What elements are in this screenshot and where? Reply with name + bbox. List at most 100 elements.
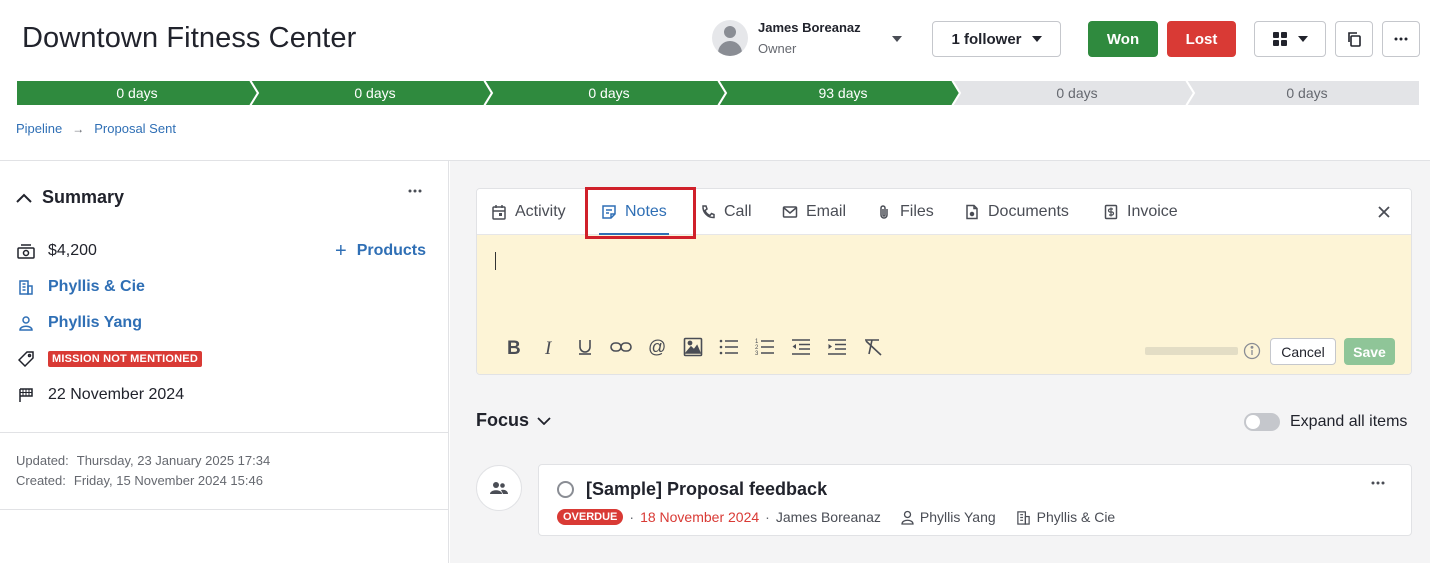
tab-invoice[interactable]: Invoice [1103, 189, 1178, 235]
copy-icon [1346, 31, 1362, 47]
chevron-up-icon [16, 193, 32, 203]
grid-icon [1272, 31, 1288, 47]
owner-selector[interactable]: James Boreanaz Owner [712, 20, 902, 56]
caret-down-icon[interactable] [892, 36, 902, 42]
activity-organization[interactable]: Phyllis & Cie [1016, 509, 1115, 525]
followers-button[interactable]: 1 follower [932, 21, 1061, 57]
tab-documents[interactable]: Documents [964, 189, 1069, 235]
products-label: Products [356, 242, 427, 259]
breadcrumb: Pipeline → Proposal Sent [16, 121, 176, 136]
svg-text:3: 3 [755, 351, 759, 356]
indent-icon [827, 338, 847, 356]
pipeline-stage[interactable]: 0 days [250, 80, 492, 106]
breadcrumb-pipeline-link[interactable]: Pipeline [16, 121, 62, 136]
organization-link[interactable]: Phyllis & Cie [48, 278, 145, 296]
label-tag[interactable]: MISSION NOT MENTIONED [48, 351, 202, 367]
breadcrumb-stage-link[interactable]: Proposal Sent [94, 121, 176, 136]
summary-title: Summary [42, 187, 125, 207]
mark-done-checkbox[interactable] [557, 481, 574, 498]
bold-icon: B [505, 338, 521, 356]
link-button[interactable] [603, 335, 639, 359]
tab-label: Call [724, 203, 752, 220]
tab-call[interactable]: Call [700, 189, 752, 235]
italic-button[interactable]: I [531, 335, 567, 359]
info-icon[interactable] [1243, 342, 1261, 360]
clear-format-icon [863, 338, 883, 356]
duplicate-button[interactable] [1335, 21, 1373, 57]
more-actions-button[interactable] [1382, 21, 1420, 57]
close-composer-button[interactable] [1377, 205, 1391, 219]
activity-owner: James Boreanaz [775, 509, 881, 525]
document-icon [964, 204, 980, 220]
pipeline-stage[interactable]: 0 days [484, 80, 726, 106]
focus-toggle[interactable]: Focus [476, 410, 551, 431]
save-button[interactable]: Save [1344, 338, 1395, 365]
stage-days-label: 0 days [588, 85, 630, 101]
formatting-toolbar: B I @ 123 [495, 335, 891, 359]
cancel-button[interactable]: Cancel [1270, 338, 1336, 365]
svg-text:@: @ [648, 337, 666, 357]
activity-title[interactable]: [Sample] Proposal feedback [586, 479, 827, 500]
numbered-list-button[interactable]: 123 [747, 335, 783, 359]
meeting-type-icon [476, 465, 522, 511]
more-icon [408, 189, 422, 193]
money-icon [16, 241, 36, 261]
clear-format-button[interactable] [855, 335, 891, 359]
pipeline-stage[interactable]: 93 days [718, 80, 960, 106]
building-icon [1016, 510, 1031, 525]
pipeline-stage[interactable]: 0 days [16, 80, 258, 106]
close-date: 22 November 2024 [48, 386, 185, 403]
tab-activity[interactable]: Activity [491, 189, 566, 235]
link-icon [610, 340, 632, 354]
tab-files[interactable]: Files [876, 189, 934, 235]
main-panel: Activity Notes Call Email Files Document… [450, 161, 1430, 563]
stage-days-label: 93 days [818, 85, 868, 101]
bold-button[interactable]: B [495, 335, 531, 359]
calendar-icon [491, 204, 507, 220]
deal-value-row: $4,200 [16, 241, 97, 261]
underline-button[interactable] [567, 335, 603, 359]
chevron-down-icon [537, 416, 551, 425]
tab-label: Email [806, 203, 847, 220]
summary-toggle[interactable]: Summary [16, 187, 124, 208]
at-icon: @ [647, 337, 667, 357]
person-link[interactable]: Phyllis Yang [48, 314, 142, 332]
summary-more-button[interactable] [408, 189, 422, 193]
activity-meta: OVERDUE · 18 November 2024 · James Borea… [557, 509, 1115, 525]
owner-name: James Boreanaz [758, 20, 861, 35]
person-icon [16, 313, 36, 333]
caret-down-icon [1031, 36, 1042, 42]
image-icon [683, 337, 703, 357]
pipeline-stage[interactable]: 0 days [952, 80, 1194, 106]
lost-button[interactable]: Lost [1167, 21, 1236, 57]
bullet-list-button[interactable] [711, 335, 747, 359]
owner-role: Owner [758, 41, 797, 56]
created-meta: Created: Friday, 15 November 2024 15:46 [16, 473, 263, 488]
add-products-button[interactable]: + Products [335, 241, 426, 261]
mention-button[interactable]: @ [639, 335, 675, 359]
activity-date: 18 November 2024 [640, 509, 760, 525]
note-editor[interactable]: B I @ 123 Cancel Save [477, 235, 1411, 374]
expand-all-toggle[interactable]: Expand all items [1244, 413, 1407, 431]
toggle-switch[interactable] [1244, 413, 1280, 431]
activity-card[interactable]: [Sample] Proposal feedback OVERDUE · 18 … [538, 464, 1412, 536]
divider [0, 432, 448, 433]
invoice-icon [1103, 204, 1119, 220]
numbered-list-icon: 123 [755, 338, 775, 356]
activity-more-button[interactable] [1371, 481, 1385, 485]
tab-email[interactable]: Email [782, 189, 846, 235]
view-options-button[interactable] [1254, 21, 1326, 57]
label-row: MISSION NOT MENTIONED [16, 349, 202, 369]
indent-button[interactable] [819, 335, 855, 359]
caret-down-icon [1298, 36, 1308, 42]
divider [0, 509, 448, 510]
activity-person[interactable]: Phyllis Yang [901, 509, 996, 525]
deal-title: Downtown Fitness Center [22, 22, 357, 54]
tab-label: Files [900, 203, 934, 220]
organization-row: Phyllis & Cie [16, 277, 145, 297]
deal-header: Downtown Fitness Center James Boreanaz O… [0, 0, 1430, 80]
pipeline-stage[interactable]: 0 days [1186, 80, 1420, 106]
won-button[interactable]: Won [1088, 21, 1158, 57]
image-button[interactable] [675, 335, 711, 359]
outdent-button[interactable] [783, 335, 819, 359]
